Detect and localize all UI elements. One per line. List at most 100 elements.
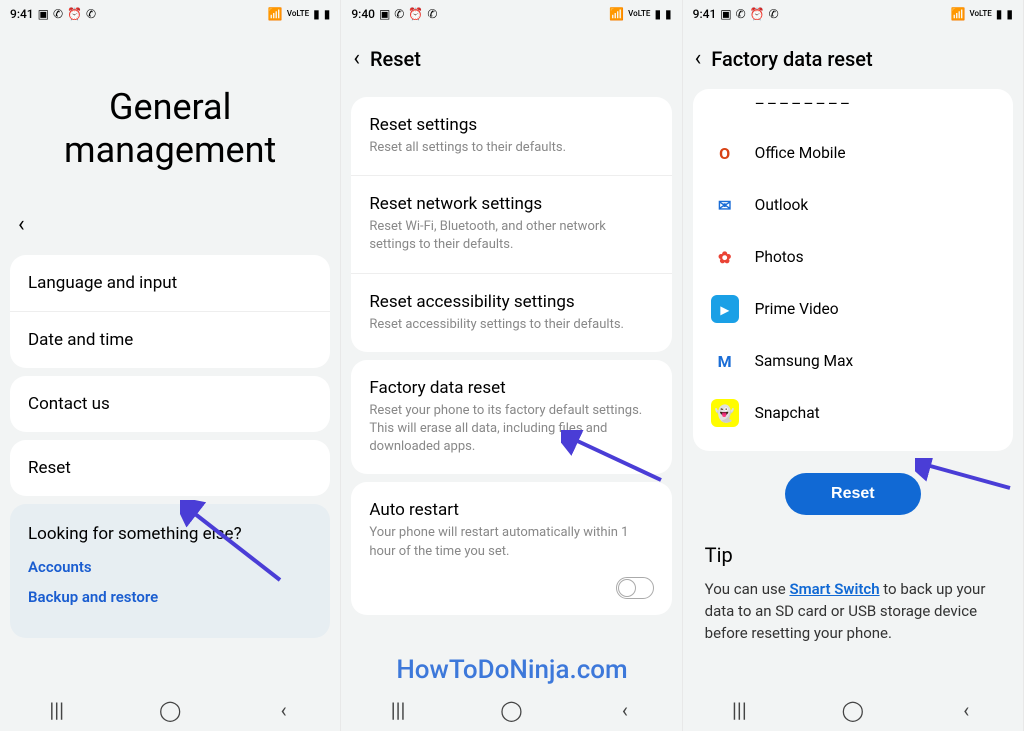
- whatsapp-icon: ✆: [53, 8, 63, 20]
- alarm-icon: ⏰: [67, 8, 82, 20]
- link-smart-switch[interactable]: Smart Switch: [789, 580, 879, 598]
- page-header: ‹ Factory data reset: [683, 28, 1023, 89]
- recent-apps-button[interactable]: |||: [378, 698, 418, 722]
- reset-button[interactable]: Reset: [785, 473, 921, 515]
- app-name: Outlook: [755, 196, 809, 214]
- app-name: Samsung Max: [755, 352, 854, 370]
- battery-icon: ▮: [324, 8, 331, 20]
- list-label: Language and input: [28, 273, 177, 293]
- app-icon: 👻: [711, 399, 739, 427]
- app-icon: ✉: [711, 191, 739, 219]
- settings-card-group: Reset settings Reset all settings to the…: [351, 97, 671, 352]
- settings-card-group: Auto restart Your phone will restart aut…: [351, 482, 671, 614]
- recent-apps-button[interactable]: |||: [719, 698, 759, 722]
- home-button[interactable]: ◯: [150, 698, 190, 722]
- alarm-icon: ⏰: [408, 8, 423, 20]
- status-time: 9:41: [10, 7, 34, 21]
- list-sublabel: Reset Wi-Fi, Bluetooth, and other networ…: [369, 218, 653, 254]
- list-label: Auto restart: [369, 500, 653, 520]
- tip-text: You can use Smart Switch to back up your…: [705, 579, 1001, 644]
- app-name: Office Mobile: [755, 144, 846, 162]
- page-title: General management: [0, 28, 340, 192]
- screen-reset: 9:40 ▣ ✆ ⏰ ✆ 📶 VoLTE ▮ ▮ ‹ Reset Reset s…: [341, 0, 682, 731]
- app-list-card: –––––––– O Office Mobile ✉ Outlook ✿ Photos ▸ P…: [693, 89, 1013, 451]
- link-backup-restore[interactable]: Backup and restore: [28, 588, 312, 606]
- item-language-and-input[interactable]: Language and input: [10, 255, 330, 311]
- tip-title: Tip: [705, 543, 1001, 567]
- status-time: 9:40: [351, 7, 375, 21]
- list-label: Factory data reset: [369, 378, 653, 398]
- navigation-bar: ||| ◯ ‹: [341, 689, 681, 731]
- settings-card-group: Reset: [10, 440, 330, 496]
- screen-general-management: 9:41 ▣ ✆ ⏰ ✆ 📶 VoLTE ▮ ▮ General managem…: [0, 0, 341, 731]
- auto-restart-toggle[interactable]: [616, 577, 654, 599]
- home-button[interactable]: ◯: [491, 698, 531, 722]
- app-icon: M: [711, 347, 739, 375]
- annotation-arrow-icon: [180, 500, 290, 590]
- item-reset[interactable]: Reset: [10, 440, 330, 496]
- list-label: Reset: [28, 458, 71, 478]
- back-button[interactable]: ‹: [353, 46, 360, 71]
- volte-icon: VoLTE: [628, 10, 650, 18]
- back-button[interactable]: ‹: [946, 698, 986, 722]
- navigation-bar: ||| ◯ ‹: [0, 689, 340, 731]
- list-label: Date and time: [28, 330, 133, 350]
- back-button[interactable]: ‹: [695, 46, 702, 71]
- back-button[interactable]: ‹: [264, 698, 304, 722]
- whatsapp-icon: ✆: [86, 8, 96, 20]
- wifi-icon: 📶: [609, 8, 624, 20]
- app-name: Snapchat: [755, 404, 820, 422]
- recent-apps-button[interactable]: |||: [37, 698, 77, 722]
- status-time: 9:41: [693, 7, 717, 21]
- app-name: Prime Video: [755, 300, 839, 318]
- signal-icon: ▮: [654, 8, 661, 20]
- home-button[interactable]: ◯: [833, 698, 873, 722]
- app-row: M Samsung Max: [693, 335, 1013, 387]
- app-row: ▸ Prime Video: [693, 283, 1013, 335]
- screen-factory-data-reset: 9:41 ▣ ✆ ⏰ ✆ 📶 VoLTE ▮ ▮ ‹ Factory data …: [683, 0, 1024, 731]
- whatsapp-icon: ✆: [769, 8, 779, 20]
- image-icon: ▣: [38, 8, 49, 20]
- signal-icon: ▮: [996, 8, 1003, 20]
- item-reset-network-settings[interactable]: Reset network settings Reset Wi-Fi, Blue…: [351, 175, 671, 272]
- tip-section: Tip You can use Smart Switch to back up …: [705, 543, 1001, 644]
- app-icon: ▸: [711, 295, 739, 323]
- whatsapp-icon: ✆: [736, 8, 746, 20]
- item-date-and-time[interactable]: Date and time: [10, 311, 330, 368]
- wifi-icon: 📶: [951, 8, 966, 20]
- settings-card-group: Contact us: [10, 376, 330, 432]
- image-icon: ▣: [379, 8, 390, 20]
- list-label: Contact us: [28, 394, 110, 414]
- page-header: ‹ Reset: [341, 28, 681, 89]
- whatsapp-icon: ✆: [394, 8, 404, 20]
- status-bar: 9:41 ▣ ✆ ⏰ ✆ 📶 VoLTE ▮ ▮: [683, 0, 1023, 28]
- app-icon: O: [711, 139, 739, 167]
- annotation-arrow-icon: [915, 458, 1015, 498]
- volte-icon: VoLTE: [287, 10, 309, 18]
- page-title: Factory data reset: [711, 47, 872, 71]
- list-label: Reset accessibility settings: [369, 292, 653, 312]
- item-reset-settings[interactable]: Reset settings Reset all settings to the…: [351, 97, 671, 175]
- item-auto-restart[interactable]: Auto restart Your phone will restart aut…: [351, 482, 671, 566]
- wifi-icon: 📶: [268, 8, 283, 20]
- item-reset-accessibility-settings[interactable]: Reset accessibility settings Reset acces…: [351, 273, 671, 352]
- alarm-icon: ⏰: [750, 8, 765, 20]
- battery-icon: ▮: [665, 8, 672, 20]
- signal-icon: ▮: [313, 8, 320, 20]
- list-item-partial: ––––––––: [737, 95, 1013, 127]
- page-title: Reset: [370, 47, 421, 71]
- app-row: ✉ Outlook: [693, 179, 1013, 231]
- item-contact-us[interactable]: Contact us: [10, 376, 330, 432]
- app-icon: ✿: [711, 243, 739, 271]
- whatsapp-icon: ✆: [427, 8, 437, 20]
- app-name: Photos: [755, 248, 804, 266]
- app-row: O Office Mobile: [693, 127, 1013, 179]
- list-sublabel: Your phone will restart automatically wi…: [369, 524, 653, 560]
- settings-card-group: Language and input Date and time: [10, 255, 330, 368]
- navigation-bar: ||| ◯ ‹: [683, 689, 1023, 731]
- back-button[interactable]: ‹: [0, 192, 340, 247]
- watermark: HowToDoNinja.com: [396, 655, 627, 685]
- image-icon: ▣: [720, 8, 731, 20]
- volte-icon: VoLTE: [970, 10, 992, 18]
- back-button[interactable]: ‹: [605, 698, 645, 722]
